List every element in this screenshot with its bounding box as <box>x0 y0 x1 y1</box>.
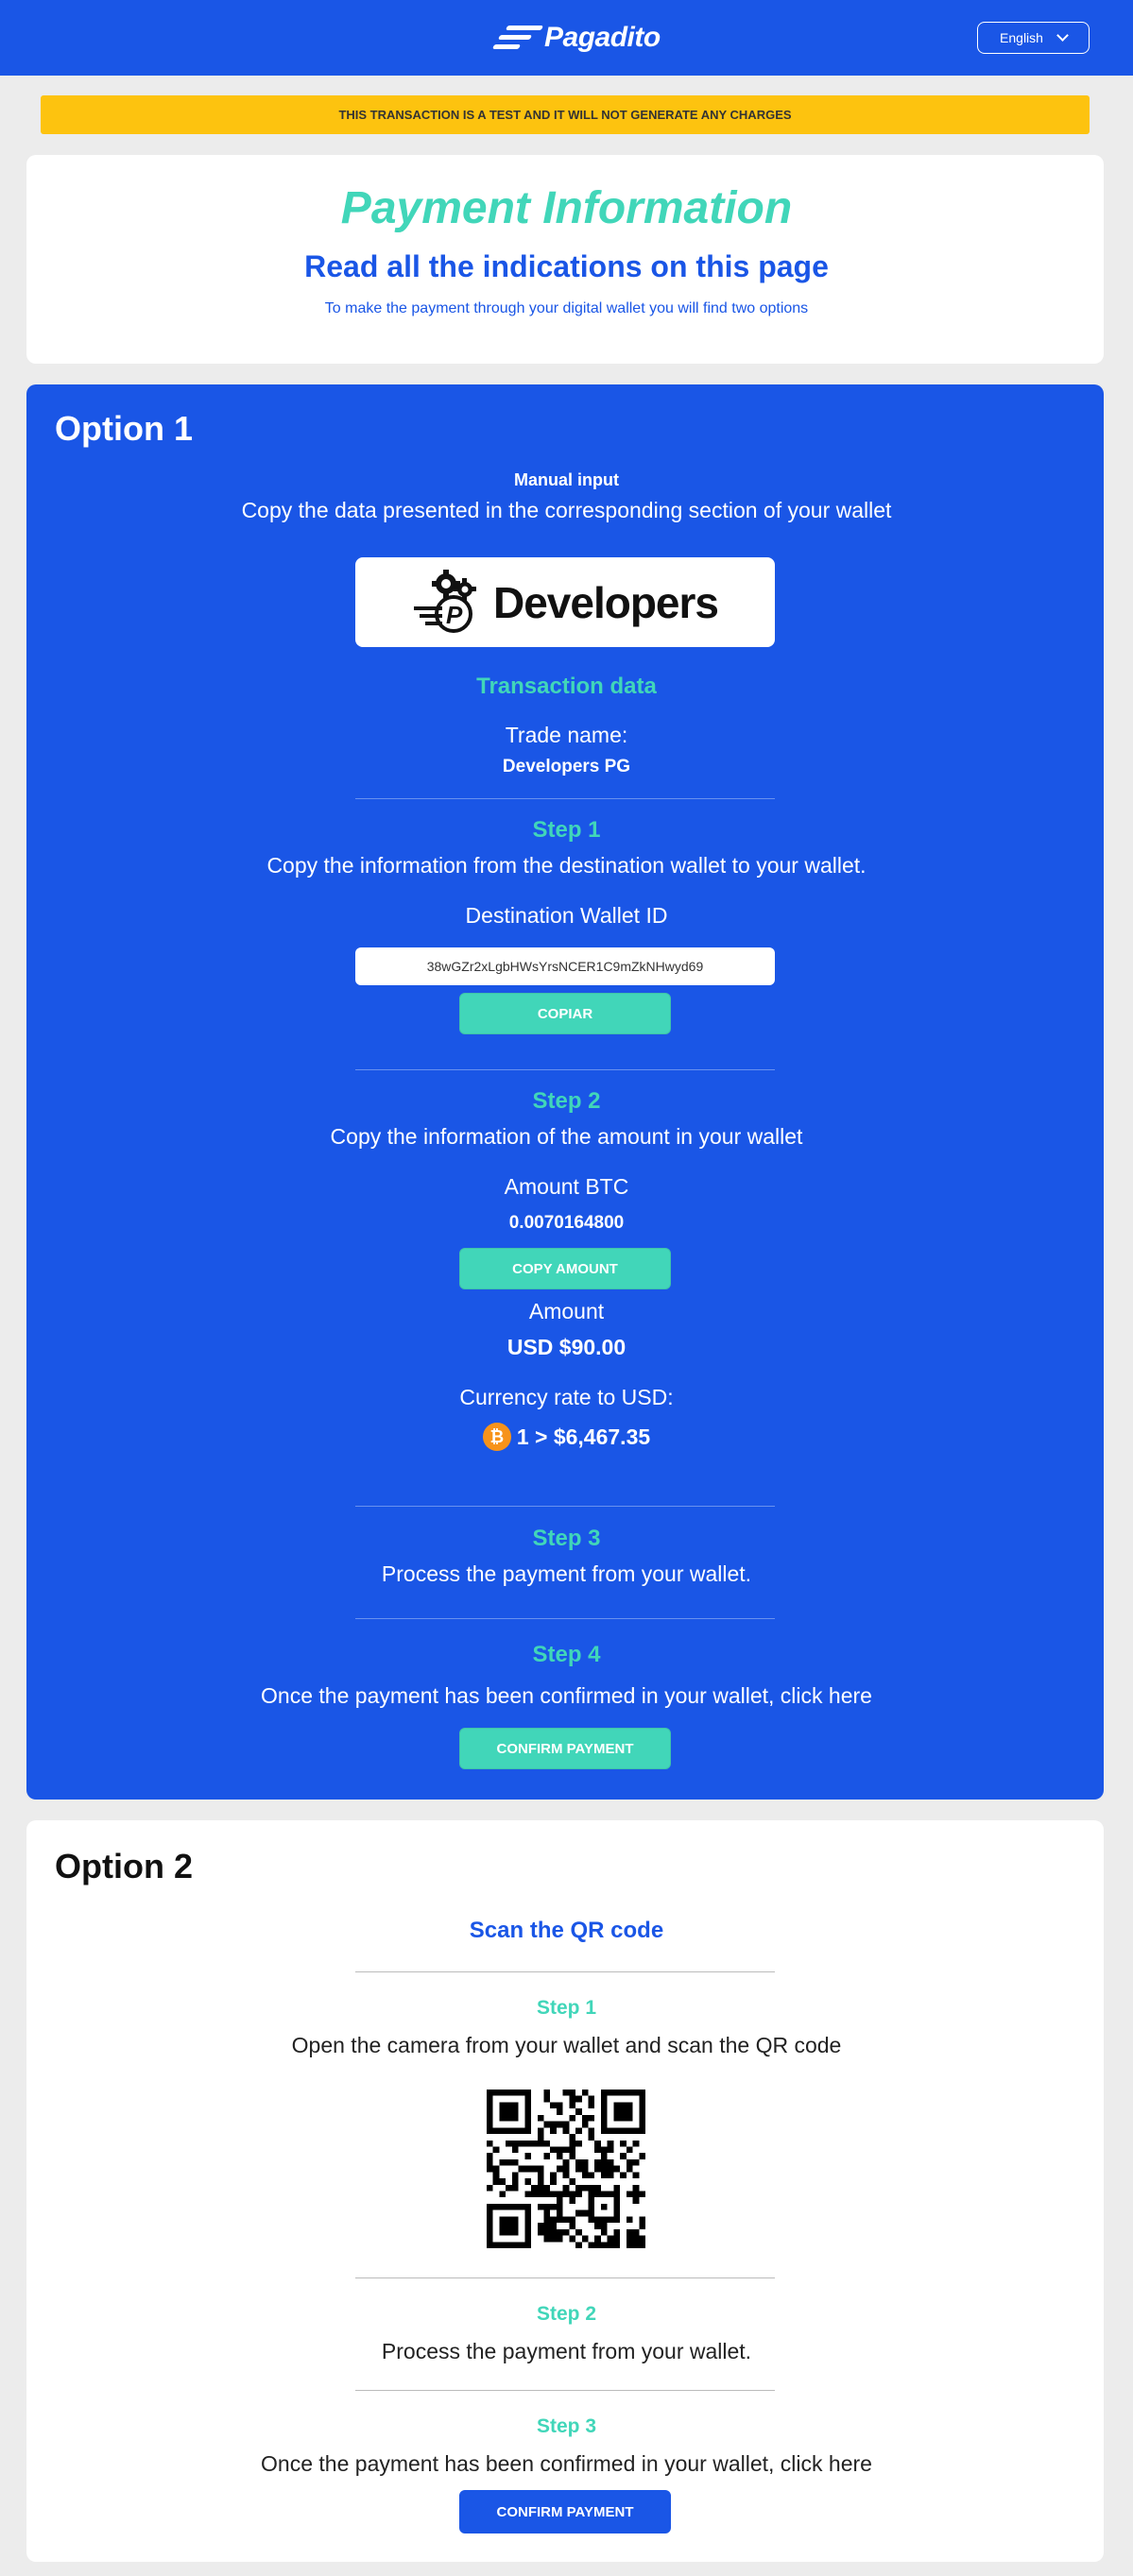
amount-value: USD $90.00 <box>506 1335 627 1359</box>
language-label: English <box>1000 30 1043 45</box>
amount-btc-value: 0.0070164800 <box>508 1213 625 1233</box>
scan-qr-title: Scan the QR code <box>469 1918 664 1943</box>
top-header: Pagadito English <box>0 0 1133 76</box>
option2-step1-text: Open the camera from your wallet and sca… <box>291 2033 842 2057</box>
option2-step3-text: Once the payment has been confirmed in y… <box>261 2451 872 2476</box>
option1-step1-title: Step 1 <box>532 817 601 843</box>
copy-amount-button[interactable]: COPY AMOUNT <box>459 1248 671 1289</box>
wallet-id-field[interactable]: 38wGZr2xLgbHWsYrsNCER1C9mZkNHwyd69 <box>355 947 775 985</box>
option1-step4-text: Once the payment has been confirmed in y… <box>261 1683 872 1708</box>
option1-step1-text: Copy the information from the destinatio… <box>266 853 867 878</box>
option1-heading: Option 1 <box>55 409 193 448</box>
manual-input-text: Copy the data presented in the correspon… <box>241 498 892 522</box>
chevron-down-icon <box>1056 29 1069 42</box>
logo-lines-icon <box>489 24 544 52</box>
divider <box>355 1971 775 1972</box>
divider <box>355 1069 775 1070</box>
page-note: To make the payment through your digital… <box>324 300 809 316</box>
trade-name-value: Developers PG <box>502 757 631 776</box>
confirm-payment-button-option2[interactable]: CONFIRM PAYMENT <box>459 2490 671 2533</box>
trade-name-label: Trade name: <box>505 723 628 747</box>
divider <box>355 1506 775 1507</box>
logo-wordmark: Pagadito <box>544 22 661 53</box>
manual-input-label: Manual input <box>514 470 619 489</box>
option2-step1-title: Step 1 <box>536 1997 597 2019</box>
qr-code-icon <box>487 2090 645 2248</box>
option2-step3-title: Step 3 <box>536 2415 597 2437</box>
amount-btc-label: Amount BTC <box>504 1174 629 1199</box>
test-transaction-banner: THIS TRANSACTION IS A TEST AND IT WILL N… <box>41 95 1090 134</box>
confirm-payment-button-option1[interactable]: CONFIRM PAYMENT <box>459 1728 671 1769</box>
currency-rate: ₿ 1 > $6,467.35 <box>0 1423 1133 1451</box>
language-selector[interactable]: English <box>977 22 1090 54</box>
divider <box>355 798 775 799</box>
transaction-data-heading: Transaction data <box>476 674 657 699</box>
option1-step3-title: Step 3 <box>532 1526 601 1551</box>
wallet-id-label: Destination Wallet ID <box>465 903 668 928</box>
gears-icon: P <box>413 569 476 633</box>
option2-step2-title: Step 2 <box>536 2303 597 2325</box>
merchant-logo: P Developers <box>355 557 775 647</box>
amount-label: Amount <box>528 1299 605 1323</box>
merchant-logo-text: Developers <box>492 577 719 627</box>
divider <box>355 2277 775 2278</box>
divider <box>355 2390 775 2391</box>
option1-step4-title: Step 4 <box>532 1642 601 1667</box>
divider <box>355 1618 775 1619</box>
currency-rate-label: Currency rate to USD: <box>459 1385 674 1409</box>
page-title: Payment Information <box>340 183 793 233</box>
svg-text:P: P <box>446 601 463 629</box>
option2-heading: Option 2 <box>55 1847 193 1885</box>
page-subtitle: Read all the indications on this page <box>304 249 829 283</box>
option2-step2-text: Process the payment from your wallet. <box>381 2339 752 2363</box>
option1-step2-text: Copy the information of the amount in yo… <box>330 1124 803 1149</box>
pagadito-logo[interactable]: Pagadito <box>489 17 661 59</box>
currency-rate-value: 1 > $6,467.35 <box>516 1424 651 1449</box>
copy-wallet-button[interactable]: COPIAR <box>459 993 671 1034</box>
option1-step2-title: Step 2 <box>532 1088 601 1114</box>
bitcoin-icon: ₿ <box>482 1423 511 1451</box>
option1-step3-text: Process the payment from your wallet. <box>381 1561 752 1586</box>
